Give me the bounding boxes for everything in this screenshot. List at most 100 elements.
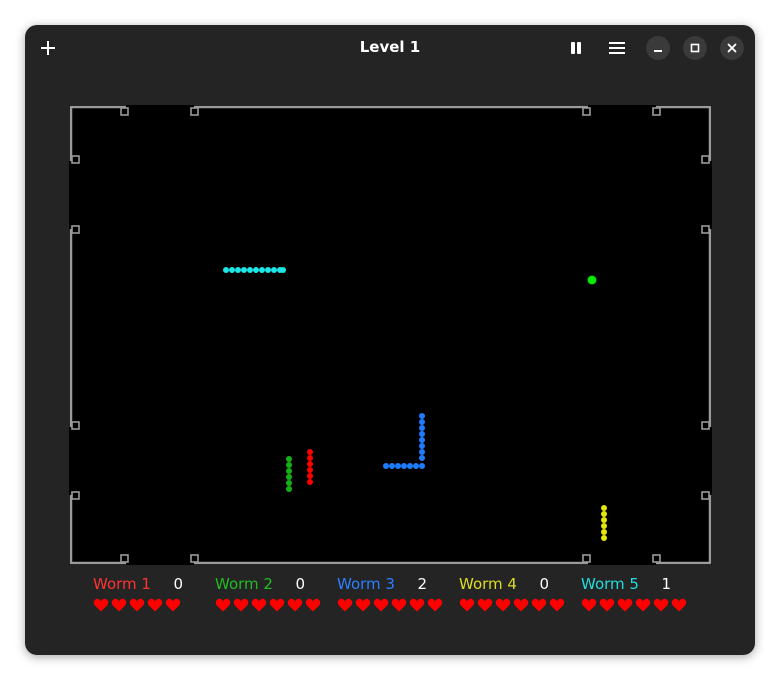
- heart-icon: [617, 598, 633, 612]
- worm-segment: [419, 419, 425, 425]
- worm-segment: [235, 267, 241, 273]
- worm-4-score-panel: Worm 4 0: [449, 575, 565, 615]
- maximize-button[interactable]: [683, 36, 707, 60]
- worm-5-lives: [581, 597, 687, 613]
- heart-icon: [513, 598, 529, 612]
- worm-segment: [383, 463, 389, 469]
- worm-segment: [419, 449, 425, 455]
- minimize-button[interactable]: [646, 36, 670, 60]
- pause-button[interactable]: [564, 36, 588, 60]
- worm-segment: [601, 517, 607, 523]
- heart-icon: [111, 598, 127, 612]
- heart-icon: [427, 598, 443, 612]
- worm-2-lives: [215, 597, 321, 613]
- worm-segment: [271, 267, 277, 273]
- worm-segment: [419, 437, 425, 443]
- worm-segment: [253, 267, 259, 273]
- worm-segment: [401, 463, 407, 469]
- worm-4-body: [601, 505, 607, 541]
- worm-5-score-panel: Worm 5 1: [571, 575, 687, 615]
- worm-segment: [413, 463, 419, 469]
- close-button[interactable]: [720, 36, 744, 60]
- worm-segment: [259, 267, 265, 273]
- worm-2-body: [286, 456, 292, 492]
- worm-segment: [601, 529, 607, 535]
- worm-2-score: 0: [295, 575, 305, 593]
- heart-icon: [93, 598, 109, 612]
- worm-1-score: 0: [173, 575, 183, 593]
- worm-segment: [286, 480, 292, 486]
- worm-segment: [601, 523, 607, 529]
- walls: [69, 105, 712, 565]
- heart-icon: [459, 598, 475, 612]
- heart-icon: [305, 598, 321, 612]
- heart-icon: [635, 598, 651, 612]
- worm-segment: [286, 462, 292, 468]
- worm-segment: [307, 479, 313, 485]
- heart-icon: [671, 598, 687, 612]
- worm-3-body: [383, 413, 425, 469]
- worm-1-body: [307, 449, 313, 485]
- wall-posts: [71, 107, 710, 563]
- worm-segment: [286, 486, 292, 492]
- heart-icon: [165, 598, 181, 612]
- heart-icon: [251, 598, 267, 612]
- game-window: Level 1 Worm 1 0 Worm 2 0 Worm 3 2 Worm …: [25, 25, 755, 655]
- heart-icon: [391, 598, 407, 612]
- heart-icon: [495, 598, 511, 612]
- worm-segment: [286, 456, 292, 462]
- scoreboard: Worm 1 0 Worm 2 0 Worm 3 2 Worm 4 0 Worm…: [83, 575, 703, 615]
- game-board[interactable]: [69, 105, 712, 565]
- worm-segment: [601, 511, 607, 517]
- heart-icon: [531, 598, 547, 612]
- worm-segment: [286, 468, 292, 474]
- worm-segment: [419, 455, 425, 461]
- worm-segment: [419, 413, 425, 419]
- worm-segment: [419, 443, 425, 449]
- worm-3-name: Worm 3: [337, 575, 395, 593]
- header-bar: Level 1: [25, 25, 755, 71]
- worm-segment: [247, 267, 253, 273]
- close-icon: [727, 43, 737, 53]
- heart-icon: [129, 598, 145, 612]
- worm-layer: [223, 267, 607, 541]
- worm-3-score: 2: [417, 575, 427, 593]
- heart-icon: [269, 598, 285, 612]
- worm-5-score: 1: [661, 575, 671, 593]
- heart-icon: [599, 598, 615, 612]
- heart-icon: [233, 598, 249, 612]
- maximize-icon: [690, 43, 700, 53]
- heart-icon: [287, 598, 303, 612]
- worm-1-name: Worm 1: [93, 575, 151, 593]
- worm-3-lives: [337, 597, 443, 613]
- heart-icon: [581, 598, 597, 612]
- worm-segment: [601, 505, 607, 511]
- heart-icon: [337, 598, 353, 612]
- worm-segment: [601, 535, 607, 541]
- worm-2-name: Worm 2: [215, 575, 273, 593]
- worm-segment: [241, 267, 247, 273]
- worm-segment: [395, 463, 401, 469]
- worm-segment: [280, 267, 286, 273]
- worm-segment: [419, 425, 425, 431]
- worm-3-score-panel: Worm 3 2: [327, 575, 443, 615]
- worm-segment: [229, 267, 235, 273]
- pause-icon: [571, 42, 581, 54]
- worm-5-body: [223, 267, 286, 273]
- worm-segment: [307, 449, 313, 455]
- worm-4-score: 0: [539, 575, 549, 593]
- worm-4-name: Worm 4: [459, 575, 517, 593]
- worm-segment: [407, 463, 413, 469]
- heart-icon: [653, 598, 669, 612]
- worm-segment: [223, 267, 229, 273]
- worm-segment: [419, 463, 425, 469]
- worm-segment: [307, 461, 313, 467]
- worm-segment: [307, 455, 313, 461]
- main-menu-button[interactable]: [605, 36, 629, 60]
- heart-icon: [409, 598, 425, 612]
- heart-icon: [373, 598, 389, 612]
- worm-segment: [307, 473, 313, 479]
- heart-icon: [549, 598, 565, 612]
- minimize-icon: [654, 50, 662, 52]
- worm-segment: [419, 431, 425, 437]
